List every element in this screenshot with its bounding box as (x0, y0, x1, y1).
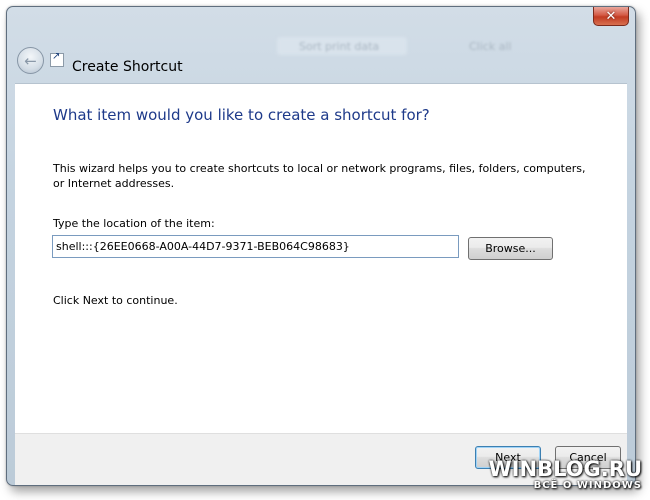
location-label: Type the location of the item: (53, 217, 215, 230)
close-button[interactable]: ✕ (593, 7, 629, 26)
wizard-description: This wizard helps you to create shortcut… (53, 162, 586, 190)
watermark-sub: ВСЁ О WINDOWS (533, 480, 642, 491)
watermark-main: WINBLOG.RU (488, 457, 642, 481)
watermark-logo: WINBLOG.RU ВСЁ О WINDOWS (489, 458, 642, 492)
continue-text: Click Next to continue. (53, 294, 178, 307)
ghost-view-text: Click all (469, 40, 512, 53)
browse-button[interactable]: Browse... (468, 237, 553, 260)
back-button[interactable]: ← (17, 47, 44, 74)
location-input[interactable] (52, 235, 459, 258)
ghost-search-text: Sort print data (299, 40, 380, 53)
dialog-window: Sort print data Click all ✕ ← Create Sho… (6, 6, 636, 486)
close-icon: ✕ (605, 8, 617, 24)
window-title: Create Shortcut (72, 59, 183, 75)
back-arrow-icon: ← (24, 51, 37, 70)
shortcut-icon (50, 51, 64, 67)
wizard-heading: What item would you like to create a sho… (53, 106, 430, 124)
wizard-content: What item would you like to create a sho… (15, 83, 627, 434)
